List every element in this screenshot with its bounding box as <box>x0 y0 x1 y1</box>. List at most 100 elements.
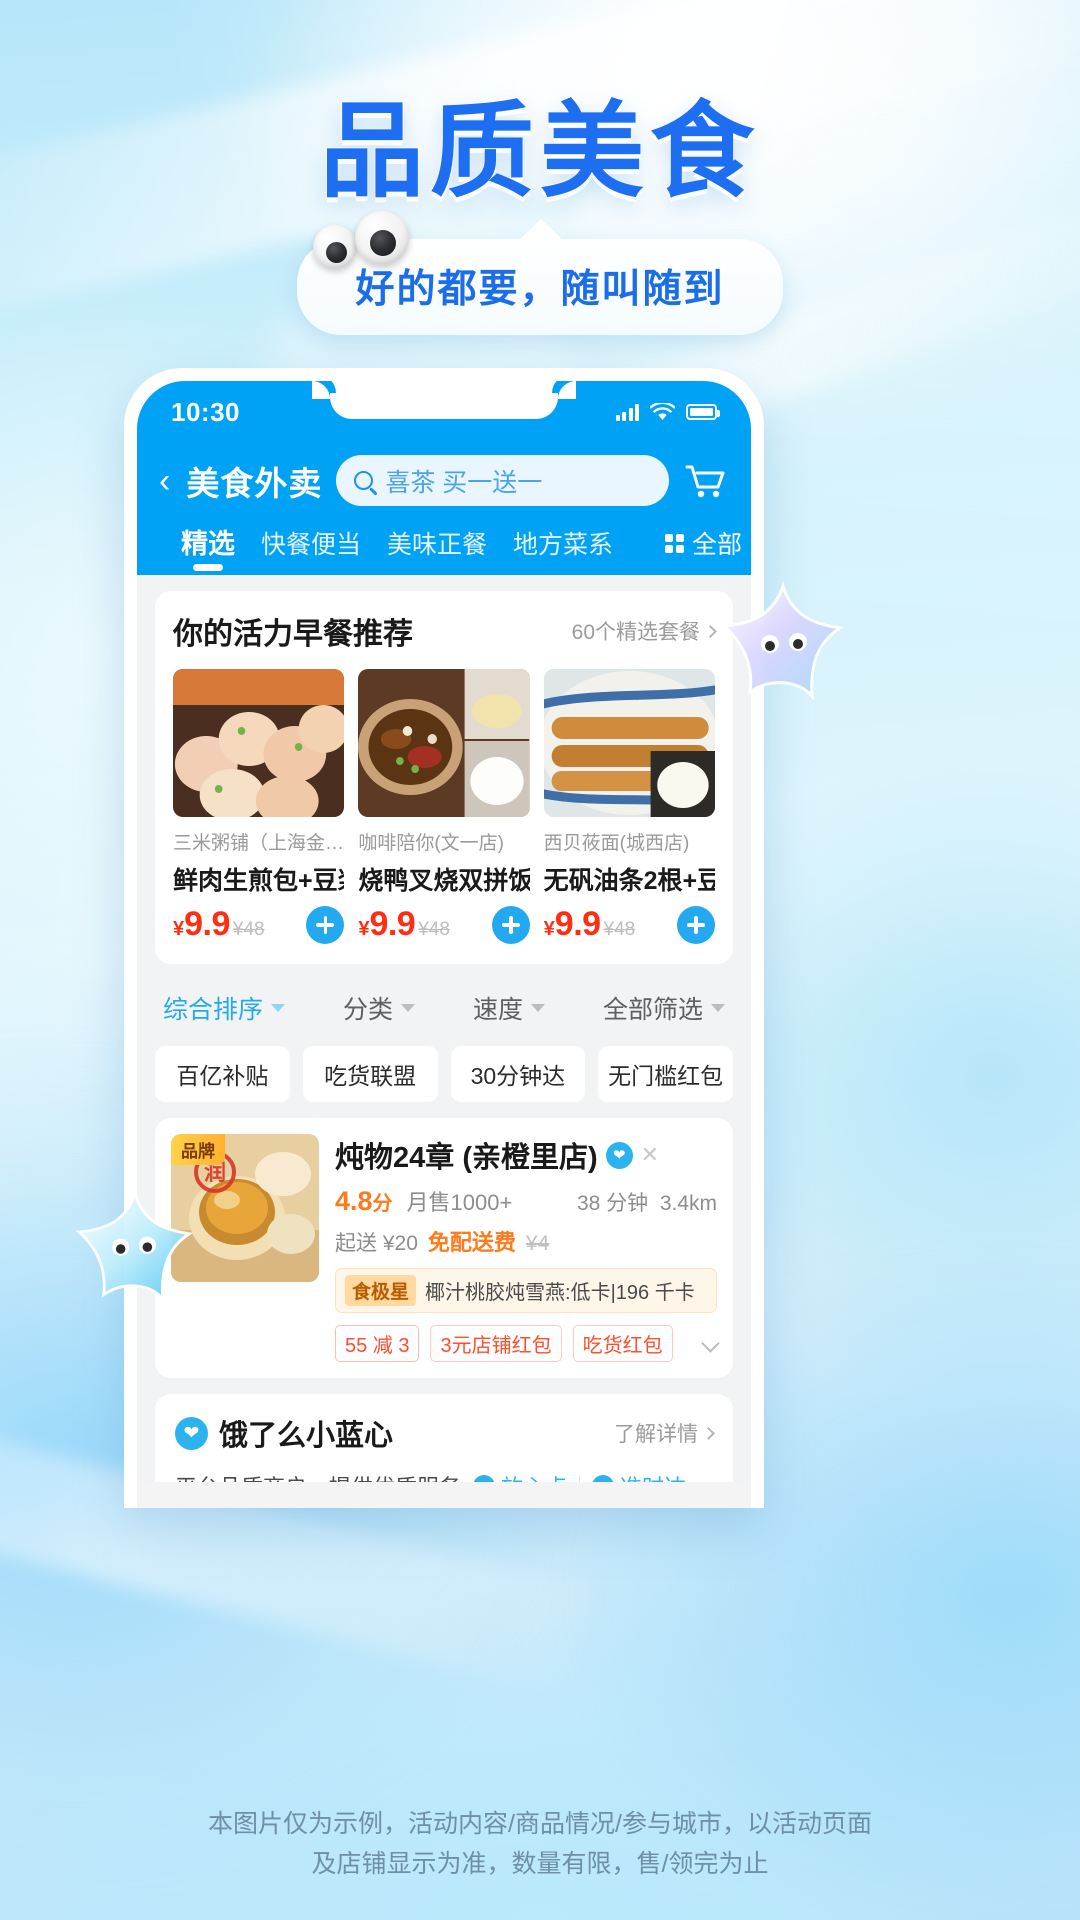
restaurant-name-row: 炖物24章 (亲橙里店) ❤ ✕ <box>335 1134 717 1176</box>
food-price: ¥ 9.9 ¥48 <box>173 905 265 944</box>
breakfast-title: 你的活力早餐推荐 <box>173 618 413 651</box>
subtitle-text: 好的都要，随叫随到 <box>355 268 725 312</box>
tab-all-button[interactable]: 全部 <box>665 525 742 575</box>
blue-heart-pill-fangxindian: 放心点 <box>473 1470 567 1482</box>
food-price-row: ¥ 9.9 ¥48 <box>358 905 530 944</box>
blue-heart-pill-zhunshida: 准时达 <box>592 1470 686 1482</box>
lightning-circle-icon <box>592 1475 615 1482</box>
restaurant-fee-row: 起送 ¥20 免配送费 ¥4 <box>335 1225 717 1257</box>
list-item[interactable]: 西贝莜面(城西店) 无矾油条2根+豆浆 ¥ 9.9 ¥48 <box>543 669 715 944</box>
phone-mockup: 10:30 ‹ 美食外卖 喜茶 买一送一 精选 快餐便当 美味正餐 地方菜系 全… <box>124 368 764 1508</box>
blue-heart-more-link[interactable]: 了解详情 <box>614 1418 715 1448</box>
chevron-down-icon <box>271 1004 286 1012</box>
blue-heart-more-label: 了解详情 <box>614 1423 698 1446</box>
search-placeholder: 喜茶 买一送一 <box>385 468 543 497</box>
filter-speed[interactable]: 速度 <box>473 990 545 1026</box>
chevron-left-icon[interactable]: ‹ <box>159 464 172 498</box>
tab-all-label: 全部 <box>692 531 743 559</box>
filter-sort[interactable]: 综合排序 <box>163 990 286 1026</box>
restaurant-delivery-info: 38 分钟 3.4km <box>576 1192 717 1215</box>
status-badge: 3元店铺红包 <box>430 1325 562 1362</box>
food-shop-name: 三米粥铺（上海金沙... <box>173 833 345 854</box>
food-price-row: ¥ 9.9 ¥48 <box>544 905 715 944</box>
filter-all-label: 全部筛选 <box>602 996 703 1024</box>
chevron-down-icon <box>530 1004 545 1012</box>
restaurant-meta: 4.8分 月售1000+ 38 分钟 3.4km <box>335 1185 717 1217</box>
star-decoration-left <box>72 1188 198 1310</box>
food-price-row: ¥ 9.9 ¥48 <box>173 905 345 944</box>
chip-baiyibutie[interactable]: 百亿补贴 <box>155 1046 290 1102</box>
brand-badge: 品牌 <box>171 1134 225 1165</box>
filter-bar: 综合排序 分类 速度 全部筛选 <box>137 964 751 1026</box>
phone-notch <box>312 381 576 419</box>
status-badge: 吃货红包 <box>572 1325 673 1362</box>
tab-difang[interactable]: 地方菜系 <box>513 525 613 575</box>
status-bar: 10:30 <box>137 381 751 443</box>
food-shop-name: 西贝莜面(城西店) <box>543 833 690 854</box>
restaurant-card[interactable]: 润 品牌 炖物24章 (亲橙里店) ❤ ✕ 4.8分 月售1000+ 38 分钟 <box>155 1118 733 1378</box>
close-icon[interactable]: ✕ <box>641 1142 659 1168</box>
currency-symbol: ¥ <box>358 918 370 940</box>
add-to-cart-button[interactable] <box>676 905 715 944</box>
chevron-down-icon[interactable] <box>701 1334 720 1353</box>
filter-sort-label: 综合排序 <box>163 996 264 1024</box>
list-item[interactable]: 咖啡陪你(文一店) 烧鸭叉烧双拼饭 ¥ 9.9 ¥48 <box>358 669 530 944</box>
check-circle-icon <box>473 1475 496 1482</box>
current-price: 9.9 <box>369 905 416 943</box>
restaurant-promo-line: 食极星 椰汁桃胶炖雪燕:低卡|196 千卡 <box>335 1268 717 1313</box>
restaurant-rating: 4.8分 <box>335 1186 393 1216</box>
scroll-content[interactable]: 你的活力早餐推荐 60个精选套餐 三米粥铺（上海金沙... 鲜肉生煎包+豆浆 ¥… <box>137 575 751 1482</box>
filter-all[interactable]: 全部筛选 <box>603 990 725 1026</box>
blue-heart-title: 饿了么小蓝心 <box>219 1420 394 1452</box>
chip-chihuolianmeng[interactable]: 吃货联盟 <box>302 1046 438 1102</box>
food-image-claypot <box>358 669 530 817</box>
phone-screen: 10:30 ‹ 美食外卖 喜茶 买一送一 精选 快餐便当 美味正餐 地方菜系 全… <box>137 381 751 1508</box>
disclaimer-line-1: 本图片仅为示例，活动内容/商品情况/参与城市，以活动页面 <box>208 1810 872 1838</box>
breakfast-header: 你的活力早餐推荐 60个精选套餐 <box>173 609 717 653</box>
quick-filter-chips: 百亿补贴 吃货联盟 30分钟达 无门槛红包 <box>137 1026 751 1102</box>
breakfast-more-link[interactable]: 60个精选套餐 <box>572 616 717 646</box>
chevron-down-icon <box>401 1004 415 1012</box>
original-price: ¥48 <box>603 919 636 940</box>
promo-text: 椰汁桃胶炖雪燕:低卡|196 千卡 <box>425 1282 695 1304</box>
search-input[interactable]: 喜茶 买一送一 <box>336 455 669 506</box>
blue-heart-icon: ❤ <box>605 1141 633 1169</box>
tab-kuaican[interactable]: 快餐便当 <box>261 525 361 575</box>
promo-badge: 食极星 <box>345 1275 417 1306</box>
status-indicators <box>615 402 720 422</box>
filter-category[interactable]: 分类 <box>343 990 415 1026</box>
add-to-cart-button[interactable] <box>306 905 345 944</box>
chevron-right-icon <box>704 624 717 638</box>
grid-icon <box>665 533 685 553</box>
disclaimer-line-2: 及店铺显示为准，数量有限，售/领完为止 <box>311 1850 769 1878</box>
food-dish-name: 鲜肉生煎包+豆浆 <box>173 867 345 895</box>
chip-wumenkanhongbao[interactable]: 无门槛红包 <box>598 1046 733 1102</box>
food-dish-name: 无矾油条2根+豆浆 <box>543 867 715 895</box>
hero-section: 品质美食 好的都要，随叫随到 <box>0 93 1080 336</box>
add-to-cart-button[interactable] <box>491 905 530 944</box>
original-price: ¥48 <box>232 919 265 940</box>
blue-heart-banner[interactable]: ❤ 饿了么小蓝心 了解详情 平台品质商户，提供优质服务 放心点 <box>155 1394 733 1482</box>
current-price: 9.9 <box>184 905 230 943</box>
chip-30fenzhongda[interactable]: 30分钟达 <box>450 1046 586 1102</box>
pill-label: 放心点 <box>501 1470 567 1482</box>
cart-icon[interactable] <box>683 461 729 501</box>
tab-jingxuan[interactable]: 精选 <box>181 522 235 575</box>
restaurant-monthly-sales: 月售1000+ <box>406 1190 513 1215</box>
chevron-right-icon <box>702 1426 715 1440</box>
filter-category-label: 分类 <box>342 996 393 1024</box>
list-item[interactable]: 三米粥铺（上海金沙... 鲜肉生煎包+豆浆 ¥ 9.9 ¥48 <box>173 669 345 944</box>
restaurant-name: 炖物24章 (亲橙里店) <box>335 1142 598 1174</box>
currency-symbol: ¥ <box>543 918 555 940</box>
divider <box>579 1475 581 1482</box>
current-price: 9.9 <box>554 905 601 943</box>
free-delivery-badge: 免配送费 <box>427 1230 516 1255</box>
star-decoration-right <box>718 580 848 708</box>
status-badge: 55 减 3 <box>335 1325 420 1362</box>
breakfast-items: 三米粥铺（上海金沙... 鲜肉生煎包+豆浆 ¥ 9.9 ¥48 咖啡陪你(文一店… <box>173 669 715 944</box>
chevron-down-icon <box>710 1004 725 1012</box>
food-dish-name: 烧鸭叉烧双拼饭 <box>358 867 530 895</box>
subtitle-bubble-wrapper: 好的都要，随叫随到 <box>297 211 783 336</box>
tab-meiwei[interactable]: 美味正餐 <box>387 525 487 575</box>
min-order-amount: 起送 ¥20 <box>335 1232 418 1255</box>
